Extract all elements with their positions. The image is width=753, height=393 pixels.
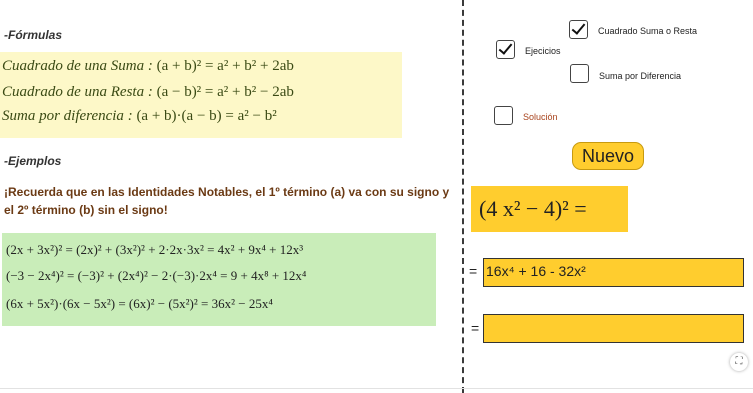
panel-divider [462,0,464,393]
ejercicios-checkbox[interactable] [496,40,515,59]
bottom-border [0,388,753,389]
answer1-equals: = [469,263,478,279]
formula-square-difference: Cuadrado de una Resta : (a − b)² = a² + … [2,84,294,100]
cuadrado-label: Cuadrado Suma o Resta [598,26,698,36]
solucion-checkbox[interactable] [494,106,513,125]
formulas-heading: -Fórmulas [4,28,63,42]
suma-diferencia-label: Suma por Diferencia [599,71,682,81]
solucion-label: Solución [523,112,558,122]
exercise-expression: (4 x² − 4)² = [471,186,628,232]
formula-name: Suma por diferencia [2,108,124,124]
example-line: (6x + 5x²)·(6x − 5x²) = (6x)² − (5x²)² =… [6,296,273,311]
formula-name: Cuadrado de una Resta [2,84,145,100]
nuevo-button[interactable]: Nuevo [572,142,644,170]
examples-heading: -Ejemplos [4,154,62,168]
example-line: (2x + 3x²)² = (2x)² + (3x²)² + 2·2x·3x² … [6,242,304,257]
reminder-line-1: ¡Recuerda que en las Identidades Notable… [4,185,450,199]
ejercicios-label: Ejecicios [525,46,561,56]
answer-input-1[interactable]: 16x⁴ + 16 - 32x² [483,258,744,287]
example-line: (−3 − 2x⁴)² = (−3)² + (2x⁴)² − 2·(−3)·2x… [6,268,307,283]
suma-diferencia-checkbox[interactable] [570,64,589,83]
formula-sum-by-difference: Suma por diferencia : (a + b)·(a − b) = … [2,108,277,124]
formula-expression: (a − b)² = a² + b² − 2ab [156,84,294,100]
fullscreen-icon[interactable]: ⛶ [730,353,748,371]
reminder-note: ¡Recuerda que en las Identidades Notable… [4,183,468,219]
formula-expression: (a + b)·(a − b) = a² − b² [136,108,277,124]
answer-input-2[interactable] [483,314,744,343]
reminder-line-2: el 2º término (b) sin el signo! [4,203,168,217]
answer2-equals: = [471,320,480,336]
formula-square-sum: Cuadrado de una Suma : (a + b)² = a² + b… [2,58,294,74]
formula-expression: (a + b)² = a² + b² + 2ab [156,58,294,74]
formula-name: Cuadrado de una Suma [2,58,145,74]
cuadrado-checkbox[interactable] [569,20,588,39]
